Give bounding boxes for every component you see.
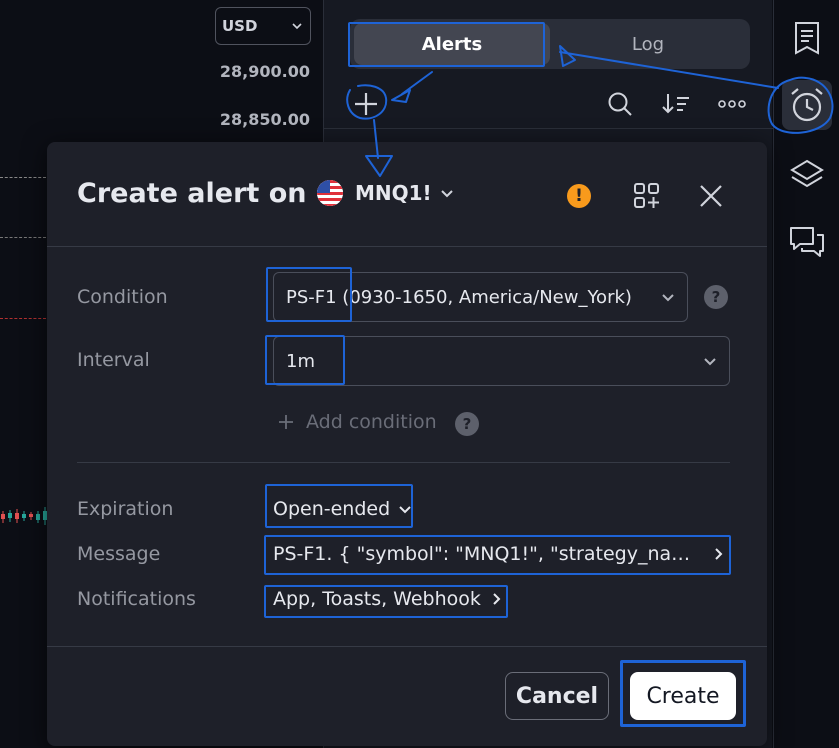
condition-value: PS-F1 (0930-1650, America/New_York) bbox=[286, 286, 632, 308]
notifications-label: Notifications bbox=[77, 588, 196, 610]
create-button[interactable]: Create bbox=[630, 672, 736, 720]
alerts-tabs: Alerts Log bbox=[350, 19, 750, 69]
interval-select[interactable]: 1m bbox=[273, 336, 730, 386]
help-icon[interactable]: ? bbox=[704, 285, 728, 309]
alerts-sidebar-button[interactable] bbox=[782, 80, 832, 130]
layers-button[interactable] bbox=[782, 150, 832, 200]
expiration-label: Expiration bbox=[77, 498, 174, 520]
create-alert-dialog: Create alert on MNQ1! ! Condition PS-F1 … bbox=[47, 142, 767, 746]
cancel-button[interactable]: Cancel bbox=[505, 672, 609, 720]
chat-button[interactable] bbox=[782, 218, 832, 268]
watchlist-button[interactable] bbox=[782, 13, 832, 63]
dialog-title: Create alert on bbox=[77, 178, 307, 209]
sort-icon[interactable] bbox=[658, 86, 694, 122]
price-label: 28,850.00 bbox=[219, 110, 310, 129]
search-icon[interactable] bbox=[602, 86, 638, 122]
symbol-name: MNQ1! bbox=[355, 181, 432, 205]
alarm-clock-icon bbox=[791, 88, 823, 122]
add-condition-button[interactable]: Add condition bbox=[278, 411, 437, 433]
interval-label: Interval bbox=[77, 349, 150, 371]
chevron-down-icon bbox=[292, 23, 302, 30]
templates-icon[interactable] bbox=[633, 182, 661, 210]
right-sidebar bbox=[773, 0, 839, 748]
watchlist-icon bbox=[795, 22, 819, 55]
price-line bbox=[0, 318, 46, 319]
condition-label: Condition bbox=[77, 286, 168, 308]
message-label: Message bbox=[77, 543, 161, 565]
add-condition-label: Add condition bbox=[306, 411, 437, 433]
header-divider bbox=[47, 246, 767, 247]
chevron-down-icon bbox=[704, 358, 716, 366]
notifications-link[interactable]: App, Toasts, Webhook bbox=[273, 588, 501, 610]
more-icon[interactable] bbox=[714, 86, 750, 122]
currency-value: USD bbox=[222, 17, 258, 35]
interval-value: 1m bbox=[286, 350, 315, 372]
footer-divider bbox=[47, 646, 767, 647]
close-icon[interactable] bbox=[697, 182, 725, 210]
us-flag-icon bbox=[317, 180, 343, 206]
chevron-down-icon bbox=[399, 506, 411, 514]
candles bbox=[1, 507, 47, 525]
expiration-select[interactable]: Open-ended bbox=[273, 498, 412, 520]
help-icon[interactable]: ? bbox=[455, 412, 479, 436]
chevron-right-icon bbox=[715, 548, 723, 560]
price-label: 28,900.00 bbox=[219, 62, 310, 81]
chat-icon bbox=[790, 227, 824, 257]
chevron-down-icon bbox=[662, 294, 674, 302]
section-divider bbox=[77, 462, 730, 463]
chevron-down-icon bbox=[440, 190, 453, 198]
warning-icon[interactable]: ! bbox=[567, 184, 591, 208]
price-line bbox=[0, 237, 46, 238]
layers-icon bbox=[790, 159, 824, 188]
panel-toolbar bbox=[324, 80, 773, 128]
tab-alerts[interactable]: Alerts bbox=[354, 23, 550, 65]
price-line bbox=[0, 177, 46, 178]
tab-log[interactable]: Log bbox=[550, 23, 746, 65]
expiration-value: Open-ended bbox=[273, 498, 391, 520]
symbol-picker[interactable]: MNQ1! bbox=[317, 180, 454, 206]
panel-divider bbox=[324, 128, 773, 129]
notifications-value: App, Toasts, Webhook bbox=[273, 588, 481, 610]
message-value: PS-F1. { "symbol": "MNQ1!", "strategy_na… bbox=[273, 543, 701, 565]
plus-icon[interactable] bbox=[348, 86, 384, 122]
message-link[interactable]: PS-F1. { "symbol": "MNQ1!", "strategy_na… bbox=[273, 543, 723, 565]
condition-select[interactable]: PS-F1 (0930-1650, America/New_York) bbox=[273, 272, 688, 322]
currency-select[interactable]: USD bbox=[215, 7, 311, 45]
chevron-right-icon bbox=[493, 593, 501, 605]
plus-icon bbox=[279, 415, 293, 429]
